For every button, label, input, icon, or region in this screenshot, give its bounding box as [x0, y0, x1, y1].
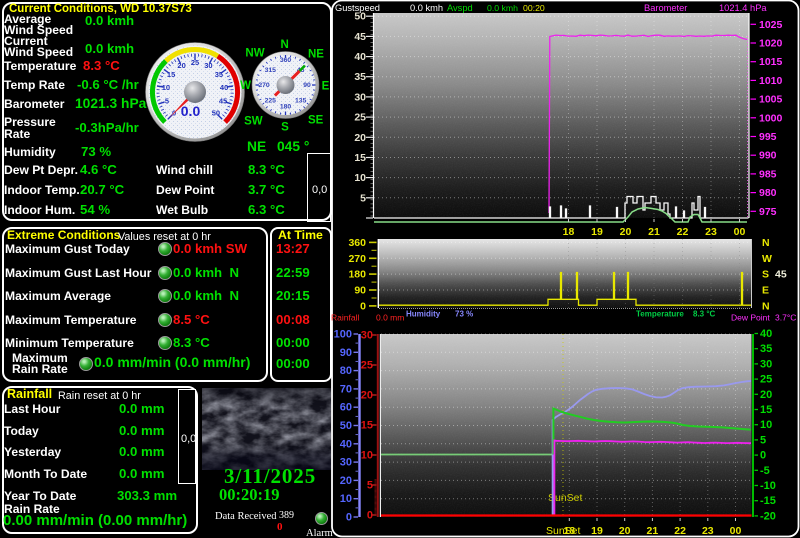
svg-text:23: 23	[705, 226, 717, 238]
svg-text:N: N	[762, 237, 770, 249]
svg-text:10: 10	[354, 172, 366, 184]
svg-text:-20: -20	[760, 510, 776, 522]
svg-text:35: 35	[354, 71, 366, 83]
svg-text:5: 5	[360, 192, 366, 204]
svg-text:-15: -15	[760, 495, 776, 507]
svg-text:10: 10	[760, 419, 772, 431]
svg-text:3.7°C: 3.7°C	[775, 313, 796, 323]
svg-text:980: 980	[759, 187, 777, 199]
svg-text:100: 100	[334, 329, 352, 341]
svg-text:S: S	[762, 269, 769, 281]
svg-text:40: 40	[340, 438, 352, 450]
svg-text:30: 30	[361, 330, 373, 342]
svg-text:0.0 kmh: 0.0 kmh	[410, 3, 443, 13]
svg-text:180: 180	[348, 269, 366, 281]
svg-text:N: N	[762, 300, 770, 312]
svg-text:35: 35	[760, 343, 772, 355]
svg-text:73 %: 73 %	[455, 310, 473, 319]
svg-text:30: 30	[760, 358, 772, 370]
svg-text:5: 5	[760, 434, 766, 446]
svg-text:8.3 °C: 8.3 °C	[693, 310, 716, 319]
svg-text:Barometer: Barometer	[644, 3, 687, 13]
svg-text:Dew Point: Dew Point	[731, 313, 770, 323]
svg-text:20: 20	[354, 132, 366, 144]
svg-text:975: 975	[759, 206, 777, 218]
svg-text:15: 15	[760, 404, 772, 416]
svg-text:20: 20	[620, 226, 632, 238]
svg-text:SunSet: SunSet	[548, 492, 583, 504]
svg-text:360: 360	[348, 237, 366, 249]
svg-text:60: 60	[340, 402, 352, 414]
svg-text:15: 15	[354, 152, 366, 164]
svg-text:Gustspeed: Gustspeed	[335, 3, 380, 13]
svg-text:30: 30	[354, 91, 366, 103]
svg-text:70: 70	[340, 383, 352, 395]
svg-text:20: 20	[361, 390, 373, 402]
svg-text:995: 995	[759, 131, 777, 143]
svg-text:20: 20	[340, 475, 352, 487]
svg-text:5: 5	[367, 480, 373, 492]
svg-text:50: 50	[340, 420, 352, 432]
svg-text:985: 985	[759, 168, 777, 180]
svg-text:1015: 1015	[759, 56, 783, 68]
svg-text:990: 990	[759, 150, 777, 162]
svg-text:50: 50	[354, 11, 366, 23]
svg-text:40: 40	[760, 328, 772, 340]
svg-text:1005: 1005	[759, 94, 783, 106]
svg-text:E: E	[762, 285, 769, 297]
svg-text:25: 25	[354, 112, 366, 124]
svg-text:-5: -5	[760, 465, 770, 477]
svg-text:Humidity: Humidity	[406, 310, 441, 319]
svg-text:Avspd: Avspd	[447, 3, 473, 13]
svg-text:10: 10	[340, 493, 352, 505]
svg-text:19: 19	[591, 525, 603, 537]
svg-text:22: 22	[674, 525, 686, 537]
svg-text:-10: -10	[760, 480, 776, 492]
svg-text:15: 15	[361, 420, 373, 432]
svg-text:SunSet: SunSet	[546, 525, 581, 537]
svg-text:00: 00	[734, 226, 746, 238]
svg-text:22: 22	[677, 226, 689, 238]
svg-text:W: W	[762, 253, 772, 265]
svg-text:1020: 1020	[759, 38, 783, 50]
svg-text:40: 40	[354, 51, 366, 63]
svg-text:90: 90	[354, 285, 366, 297]
svg-text:18: 18	[563, 525, 575, 537]
svg-text:1000: 1000	[759, 112, 783, 124]
svg-text:10: 10	[361, 450, 373, 462]
svg-text:270: 270	[348, 253, 366, 265]
svg-text:Rainfall: Rainfall	[331, 313, 359, 323]
svg-text:0: 0	[367, 510, 373, 522]
svg-text:1025: 1025	[759, 19, 783, 31]
svg-text:20: 20	[619, 525, 631, 537]
svg-text:0.0 kmh: 0.0 kmh	[487, 3, 518, 13]
svg-text:00: 00	[730, 525, 742, 537]
svg-text:0: 0	[760, 450, 766, 462]
svg-text:30: 30	[340, 457, 352, 469]
svg-text:1010: 1010	[759, 75, 783, 87]
svg-text:25: 25	[361, 360, 373, 372]
svg-text:00:20: 00:20	[523, 3, 545, 13]
svg-text:0.0 mm: 0.0 mm	[376, 313, 404, 323]
svg-text:21: 21	[648, 226, 660, 238]
svg-text:23: 23	[702, 525, 714, 537]
svg-text:21: 21	[647, 525, 659, 537]
svg-text:18: 18	[563, 226, 575, 238]
svg-text:0: 0	[360, 300, 366, 312]
svg-text:25: 25	[760, 374, 772, 386]
svg-text:90: 90	[340, 347, 352, 359]
svg-text:0: 0	[346, 512, 352, 524]
svg-text:80: 80	[340, 365, 352, 377]
svg-text:45: 45	[775, 269, 787, 281]
svg-text:19: 19	[591, 226, 603, 238]
svg-text:Temperature: Temperature	[636, 310, 684, 319]
svg-text:20: 20	[760, 389, 772, 401]
svg-text:45: 45	[354, 31, 366, 43]
svg-text:1021.4 hPa: 1021.4 hPa	[719, 3, 767, 13]
